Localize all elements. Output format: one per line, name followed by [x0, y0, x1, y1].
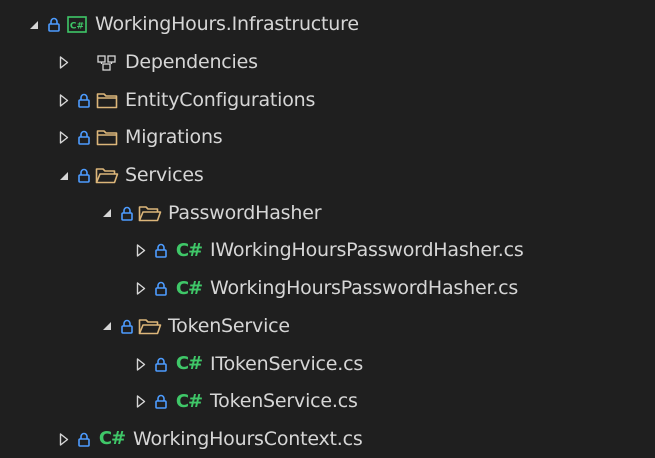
- tree-item-label: EntityConfigurations: [125, 88, 316, 111]
- expanded-chevron-icon[interactable]: [97, 321, 117, 331]
- tree-item-label: ITokenService.cs: [210, 352, 364, 375]
- lock-icon: [76, 93, 92, 108]
- lock-icon: [76, 168, 92, 183]
- collapsed-chevron-icon[interactable]: [54, 94, 74, 107]
- tree-item-workinghours-infrastructure[interactable]: C# WorkingHours.Infrastructure: [0, 6, 655, 44]
- lock-icon: [153, 357, 169, 372]
- tree-item-iworkinghourspasswordhasher-cs[interactable]: C# IWorkingHoursPasswordHasher.cs: [0, 232, 655, 270]
- tree-item-label: TokenService: [168, 314, 290, 337]
- tree-item-label: Dependencies: [125, 51, 258, 74]
- csharp-file-icon: C#: [175, 239, 203, 261]
- svg-text:C#: C#: [70, 22, 84, 32]
- tree-item-dependencies[interactable]: Dependencies: [0, 44, 655, 82]
- collapsed-chevron-icon[interactable]: [131, 244, 151, 258]
- tree-item-itokenservice-cs[interactable]: C# ITokenService.cs: [0, 345, 655, 383]
- collapsed-chevron-icon[interactable]: [131, 357, 151, 371]
- collapsed-chevron-icon[interactable]: [54, 131, 74, 145]
- csharp-project-icon: C#: [65, 16, 89, 34]
- folder-icon: [95, 92, 119, 109]
- collapsed-chevron-icon[interactable]: [54, 56, 74, 69]
- lock-icon: [119, 319, 135, 334]
- csharp-file-icon: C#: [175, 390, 203, 412]
- tree-item-label: Services: [125, 164, 204, 187]
- expanded-chevron-icon[interactable]: [54, 171, 74, 181]
- csharp-file-icon: C#: [175, 277, 203, 299]
- tree-item-workinghourspasswordhasher-cs[interactable]: C# WorkingHoursPasswordHasher.cs: [0, 270, 655, 308]
- tree-item-entityconfigurations[interactable]: EntityConfigurations: [0, 81, 655, 119]
- lock-icon: [76, 432, 92, 447]
- tree-item-label: TokenService.cs: [210, 390, 358, 413]
- collapsed-chevron-icon[interactable]: [131, 282, 151, 295]
- lock-icon: [76, 130, 92, 146]
- folder-icon: [95, 129, 119, 146]
- tree-item-migrations[interactable]: Migrations: [0, 119, 655, 157]
- tree-item-services[interactable]: Services: [0, 157, 655, 195]
- csharp-file-icon: C#: [98, 428, 126, 450]
- tree-item-workinghourscontext-cs[interactable]: C# WorkingHoursContext.cs: [0, 421, 655, 458]
- lock-icon: [153, 281, 169, 296]
- lock-icon: [153, 243, 169, 259]
- expanded-chevron-icon[interactable]: [24, 20, 44, 30]
- folder-open-icon: [138, 318, 162, 335]
- tree-item-label: PasswordHasher: [168, 201, 322, 224]
- tree-item-label: Migrations: [125, 126, 223, 149]
- lock-icon: [153, 394, 169, 410]
- tree-item-label: IWorkingHoursPasswordHasher.cs: [210, 239, 524, 262]
- tree-item-tokenservice-cs[interactable]: C# TokenService.cs: [0, 383, 655, 421]
- tree-item-passwordhasher[interactable]: PasswordHasher: [0, 194, 655, 232]
- lock-icon: [119, 206, 135, 221]
- tree-item-label: WorkingHours.Infrastructure: [95, 13, 359, 36]
- tree-item-label: WorkingHoursPasswordHasher.cs: [210, 277, 519, 300]
- folder-open-icon: [95, 167, 119, 184]
- expanded-chevron-icon[interactable]: [97, 208, 117, 218]
- solution-explorer-tree: C# WorkingHours.Infrastructure Dependenc…: [0, 0, 655, 458]
- collapsed-chevron-icon[interactable]: [131, 395, 151, 408]
- tree-item-label: WorkingHoursContext.cs: [133, 427, 363, 450]
- tree-item-tokenservice-folder[interactable]: TokenService: [0, 308, 655, 346]
- folder-open-icon: [138, 205, 162, 222]
- lock-icon: [46, 17, 62, 33]
- csharp-file-icon: C#: [175, 353, 203, 375]
- dependencies-icon: [95, 54, 119, 71]
- collapsed-chevron-icon[interactable]: [54, 433, 74, 446]
